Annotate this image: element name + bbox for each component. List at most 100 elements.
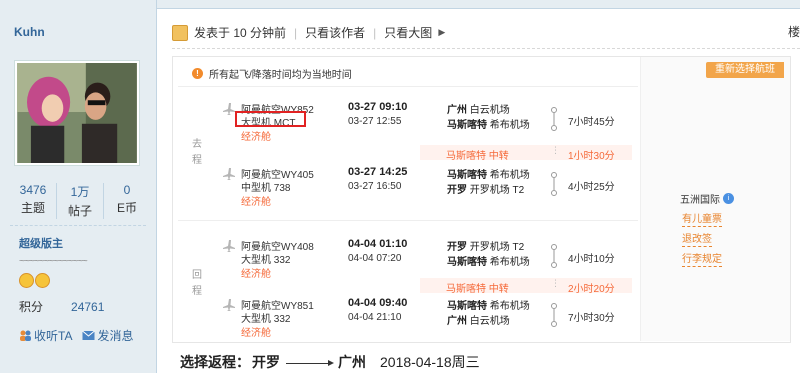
arrival-airport-name: 希布机场: [489, 120, 530, 131]
follow-label: 收听TA: [34, 329, 73, 343]
points-label: 积分: [19, 300, 44, 314]
only-big-images-link[interactable]: 只看大图: [384, 24, 432, 41]
transfer-place: 马斯喀特 中转: [446, 284, 509, 295]
stat-posts-label: 帖子: [67, 204, 92, 218]
arrival-airport-name: 白云机场: [469, 316, 510, 327]
user-rank-link[interactable]: 超级版主: [19, 235, 63, 251]
flight-duration: 7小时30分: [568, 313, 615, 324]
plane-icon: [223, 168, 235, 180]
time-notice: ! 所有起飞/降落时间均为当地时间: [192, 66, 352, 81]
stat-ecoins-label: E币: [116, 201, 137, 215]
divider: |: [294, 25, 298, 40]
aircraft-type: 中型机 738: [241, 183, 291, 194]
play-arrow-icon[interactable]: ▶: [438, 27, 445, 38]
flight-row[interactable]: 阿曼航空WY405 中型机 738 经济舱 03-27 14:25 03-27 …: [222, 166, 632, 214]
agency-label: 五洲国际: [680, 195, 720, 206]
info-icon: !: [192, 68, 203, 79]
cabin-class: 经济舱: [241, 132, 271, 143]
transfer-time: 1小时30分: [568, 151, 615, 162]
avatar[interactable]: [14, 60, 140, 166]
rebook-button[interactable]: 重新选择航班: [706, 62, 784, 78]
stat-ecoins-value: 0: [123, 183, 131, 197]
divider: [10, 225, 146, 226]
departure-airport: 马斯喀特 希布机场: [447, 297, 530, 312]
refund-change-link[interactable]: 退改签: [682, 234, 712, 247]
divider: |: [373, 25, 377, 40]
departure-city: 马斯喀特: [447, 301, 487, 312]
child-ticket-link[interactable]: 有儿童票: [682, 214, 722, 227]
arrival-time: 04-04 07:20: [348, 253, 402, 264]
arrival-time: 03-27 12:55: [348, 116, 402, 127]
user-points: 积分 24761: [19, 298, 104, 315]
transfer-dots-icon: ⋮: [551, 278, 560, 288]
arrival-city: 广州: [447, 316, 467, 327]
username-link[interactable]: Kuhn: [14, 25, 45, 39]
post-header: 发表于 10 分钟前 | 只看该作者 | 只看大图 ▶: [172, 24, 445, 41]
arrival-time: 03-27 16:50: [348, 181, 402, 192]
return-selection-label: 选择返程：: [180, 354, 250, 370]
agency-name: 五洲国际 i: [680, 191, 734, 206]
agency-badge-icon: i: [723, 193, 734, 204]
departure-airport-name: 开罗机场 T2: [469, 242, 525, 253]
plane-icon: [223, 299, 235, 311]
divider: [178, 220, 638, 221]
flight-duration: 4小时25分: [568, 182, 615, 193]
envelope-icon: [82, 330, 96, 340]
cabin-class: 经济舱: [241, 269, 271, 280]
outbound-label: 去程: [192, 139, 202, 166]
transfer-row: 马斯喀特 中转 ⋮ 2小时20分: [420, 278, 632, 295]
message-button[interactable]: 发消息: [82, 327, 133, 344]
arrival-airport: 广州 白云机场: [447, 312, 510, 327]
message-label: 发消息: [97, 329, 134, 343]
stat-topics-label: 主题: [20, 201, 45, 215]
baggage-rules-link[interactable]: 行李规定: [682, 254, 722, 267]
return-origin: 开罗: [252, 354, 280, 370]
arrival-airport: 马斯喀特 希布机场: [447, 253, 530, 268]
arrival-city: 马斯喀特: [447, 120, 487, 131]
return-date: 2018-04-18周三: [380, 354, 480, 370]
points-value: 24761: [71, 300, 105, 314]
user-stats: 3476 主题 1万 帖子 0 E币: [10, 183, 150, 219]
user-actions: 收听TA 发消息: [19, 327, 133, 344]
departure-airport-name: 希布机场: [489, 170, 530, 181]
departure-airport-name: 白云机场: [469, 105, 510, 116]
flight-row[interactable]: 阿曼航空WY851 大型机 332 经济舱 04-04 09:40 04-04 …: [222, 297, 632, 345]
flight-duration: 4小时10分: [568, 254, 615, 265]
time-notice-text: 所有起飞/降落时间均为当地时间: [209, 70, 352, 81]
user-signature: ~~~~~~~~~~~~~~: [19, 256, 88, 267]
return-label: 回程: [192, 270, 202, 297]
route-icon: [551, 172, 557, 196]
smiley-icon: [19, 273, 34, 288]
post-time: 发表于 10 分钟前: [194, 26, 287, 40]
departure-airport: 开罗 开罗机场 T2: [447, 238, 524, 253]
cabin-class: 经济舱: [241, 197, 271, 208]
transfer-time: 2小时20分: [568, 284, 615, 295]
follow-button[interactable]: 收听TA: [19, 327, 72, 344]
arrival-airport: 马斯喀特 希布机场: [447, 116, 530, 131]
plane-icon: [223, 103, 235, 115]
stat-ecoins[interactable]: 0 E币: [104, 183, 150, 219]
departure-time: 04-04 01:10: [348, 238, 408, 250]
departure-city: 马斯喀特: [447, 170, 487, 181]
stat-topics-value: 3476: [19, 183, 47, 197]
aircraft-type: 大型机 332: [241, 255, 291, 266]
departure-city: 广州: [447, 105, 467, 116]
departure-time: 03-27 09:10: [348, 101, 408, 113]
user-profile-sidebar: Kuhn 3476 主题 1万 帖子 0 E币 超级版主 ~~~~~~~~~~~…: [0, 0, 157, 373]
stat-posts[interactable]: 1万 帖子: [57, 183, 104, 219]
stat-topics[interactable]: 3476 主题: [10, 183, 57, 219]
post-icon: [172, 24, 188, 41]
departure-airport: 马斯喀特 希布机场: [447, 166, 530, 181]
departure-time: 03-27 14:25: [348, 166, 408, 178]
departure-city: 开罗: [447, 242, 467, 253]
arrival-airport: 开罗 开罗机场 T2: [447, 181, 524, 196]
aircraft-type: 大型机 332: [241, 314, 291, 325]
divider: [172, 48, 800, 49]
floor-label: 楼: [788, 25, 800, 39]
transfer-dots-icon: ⋮: [551, 145, 560, 155]
route-icon: [551, 244, 557, 268]
only-author-link[interactable]: 只看该作者: [305, 24, 365, 41]
users-icon: [20, 330, 31, 341]
divider: [178, 86, 638, 87]
aircraft-highlight-box: [235, 111, 306, 127]
